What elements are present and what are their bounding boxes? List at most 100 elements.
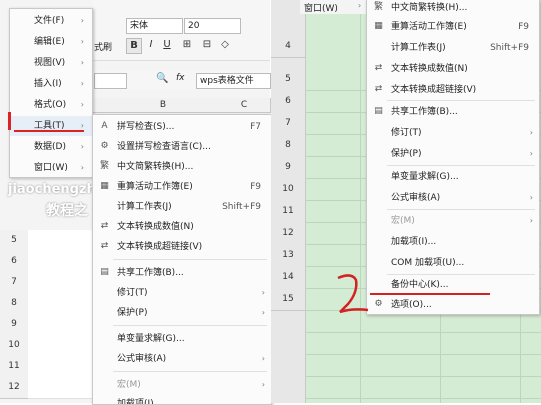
chevron-right-icon: ›: [261, 308, 265, 317]
column-header-b[interactable]: B: [108, 98, 219, 113]
italic-button[interactable]: I: [144, 38, 158, 52]
grid-line: [305, 354, 541, 355]
menu-item-text-to-number[interactable]: ⇄ 文本转换成数值(N): [93, 217, 271, 237]
menu-item-formula-audit[interactable]: 公式审核(A) ›: [93, 349, 271, 369]
language-icon: ⚙: [100, 141, 109, 151]
row-header[interactable]: 7: [0, 272, 28, 294]
row-header[interactable]: 8: [0, 293, 28, 315]
menu-item-shortcut: F9: [250, 182, 261, 192]
menu-item-revisions[interactable]: 修订(T) ›: [93, 283, 271, 303]
menu-item-goal-seek[interactable]: 单变量求解(G)...: [93, 329, 271, 349]
menu-item-label: 重算活动工作簿(E): [117, 182, 193, 192]
underline-label: U: [163, 39, 171, 50]
text-to-link-icon: ⇄: [100, 241, 109, 251]
menu-item-label: 文本转换成超链接(V): [117, 242, 203, 252]
annotation-bracket: [8, 112, 11, 130]
recalc-icon: ▦: [100, 181, 109, 191]
format-painter-button[interactable]: 式刷: [94, 40, 112, 53]
chevron-right-icon: ›: [80, 163, 84, 172]
row-header[interactable]: 8: [271, 134, 305, 157]
menu-item-calc-sheet[interactable]: 计算工作表(J) Shift+F9: [93, 197, 271, 217]
menu-item-macro[interactable]: 宏(M) ›: [367, 211, 539, 231]
chevron-right-icon: ›: [80, 16, 84, 25]
row-header[interactable]: 5: [271, 68, 305, 91]
row-header[interactable]: 12: [271, 222, 305, 245]
menu-item-label: 编辑(E): [34, 37, 65, 47]
menu-item-macro[interactable]: 宏(M) ›: [93, 375, 271, 395]
menu-item-share-workbook[interactable]: ▤ 共享工作簿(B)...: [93, 263, 271, 283]
row-header[interactable]: 10: [0, 335, 28, 357]
menu-item-text-to-number[interactable]: ⇄ 文本转换成数值(N): [367, 59, 539, 79]
font-size-select[interactable]: 20: [184, 18, 241, 34]
row-header[interactable]: 12: [0, 377, 28, 399]
menu-separator: [113, 259, 267, 260]
fx-label[interactable]: fx: [176, 73, 185, 83]
row-header[interactable]: 15: [271, 288, 305, 311]
chevron-right-icon: ›: [80, 37, 84, 46]
row-header[interactable]: 14: [271, 266, 305, 289]
menu-item-formula-audit[interactable]: 公式审核(A) ›: [367, 188, 539, 208]
menu-item-format[interactable]: 格式(O) ›: [10, 95, 92, 115]
row-header[interactable]: 11: [271, 200, 305, 223]
menu-item-label: 文本转换成超链接(V): [391, 85, 477, 95]
menu-item-window[interactable]: 窗口(W) ›: [10, 158, 92, 178]
menu-item-protect[interactable]: 保护(P) ›: [93, 303, 271, 323]
row-header[interactable]: 10: [271, 178, 305, 201]
menu-item-spellcheck[interactable]: A 拼写检查(S)... F7: [93, 117, 271, 137]
menu-item-edit[interactable]: 编辑(E) ›: [10, 32, 92, 52]
menu-item-label: 视图(V): [34, 58, 66, 68]
menu-item-view[interactable]: 视图(V) ›: [10, 53, 92, 73]
formula-input[interactable]: wps表格文件: [196, 73, 271, 89]
row-header[interactable]: 6: [271, 90, 305, 113]
menu-item-chinese-convert[interactable]: 繁中文简繁转换(H)...: [93, 157, 271, 177]
menu-item-revisions[interactable]: 修订(T) ›: [367, 123, 539, 143]
menu-item-recalc-workbook[interactable]: ▦ 重算活动工作簿(E) F9: [93, 177, 271, 197]
menu-item-calc-sheet[interactable]: 计算工作表(J) Shift+F9: [367, 38, 539, 58]
border-icon[interactable]: ⊞: [180, 38, 194, 52]
row-header[interactable]: 13: [271, 244, 305, 267]
font-name-select[interactable]: 宋体: [126, 18, 183, 34]
underline-button[interactable]: U: [160, 38, 174, 52]
menu-item-goal-seek[interactable]: 单变量求解(G)...: [367, 167, 539, 187]
menu-item-text-to-link[interactable]: ⇄ 文本转换成超链接(V): [367, 80, 539, 100]
menu-item-label: 共享工作簿(B)...: [117, 268, 184, 278]
menu-item-chinese-convert[interactable]: 繁中文简繁转换(H)...: [367, 0, 539, 18]
menu-item-label: 共享工作簿(B)...: [391, 107, 458, 117]
row-header[interactable]: 4: [271, 35, 305, 58]
menu-item-data[interactable]: 数据(D) ›: [10, 137, 92, 157]
menu-item-shortcut: F7: [250, 122, 261, 132]
menu-item-protect[interactable]: 保护(P) ›: [367, 144, 539, 164]
row-header[interactable]: 9: [271, 156, 305, 179]
menu-item-label: 计算工作表(J): [117, 202, 172, 212]
menubar-window[interactable]: 窗口(W) ›: [300, 0, 366, 14]
column-header-c[interactable]: C: [218, 98, 271, 113]
chevron-right-icon: ›: [80, 142, 84, 151]
menu-item-shortcut: Shift+F9: [490, 43, 529, 53]
row-header[interactable]: 9: [0, 314, 28, 336]
menu-separator: [113, 325, 267, 326]
menu-item-share-workbook[interactable]: ▤ 共享工作簿(B)...: [367, 102, 539, 122]
menu-item-label: 计算工作表(J): [391, 43, 446, 53]
menu-item-label: 修订(T): [117, 288, 148, 298]
menu-item-text-to-link[interactable]: ⇄ 文本转换成超链接(V): [93, 237, 271, 257]
menu-item-addins[interactable]: 加载项(I)...: [367, 232, 539, 252]
zoom-icon: 🔍: [156, 73, 169, 84]
menu-item-insert[interactable]: 插入(I) ›: [10, 74, 92, 94]
merge-icon[interactable]: ⊟: [200, 38, 214, 52]
bold-button[interactable]: B: [126, 38, 142, 54]
row-header[interactable]: 7: [271, 112, 305, 135]
menu-item-recalc-workbook[interactable]: ▦ 重算活动工作簿(E) F9: [367, 17, 539, 37]
row-header[interactable]: 6: [0, 251, 28, 273]
menu-item-spell-language[interactable]: ⚙ 设置拼写检查语言(C)...: [93, 137, 271, 157]
row-header[interactable]: 11: [0, 356, 28, 378]
fill-color-icon[interactable]: ◇: [218, 38, 232, 52]
row-header[interactable]: 5: [0, 230, 28, 252]
menu-item-tools[interactable]: 工具(T) ›: [10, 116, 92, 136]
watermark-line1: jiaochengzhi: [8, 182, 101, 197]
menu-item-label: 中文简繁转换(H)...: [117, 162, 194, 172]
menu-item-file[interactable]: 文件(F) ›: [10, 11, 92, 31]
tools-menu-right: 繁中文简繁转换(H)... ▦ 重算活动工作簿(E) F9 计算工作表(J) Shif…: [366, 0, 540, 315]
name-box[interactable]: [94, 73, 127, 89]
chevron-right-icon: ›: [261, 380, 265, 389]
menubar-window-label: 窗口(W): [304, 4, 338, 14]
